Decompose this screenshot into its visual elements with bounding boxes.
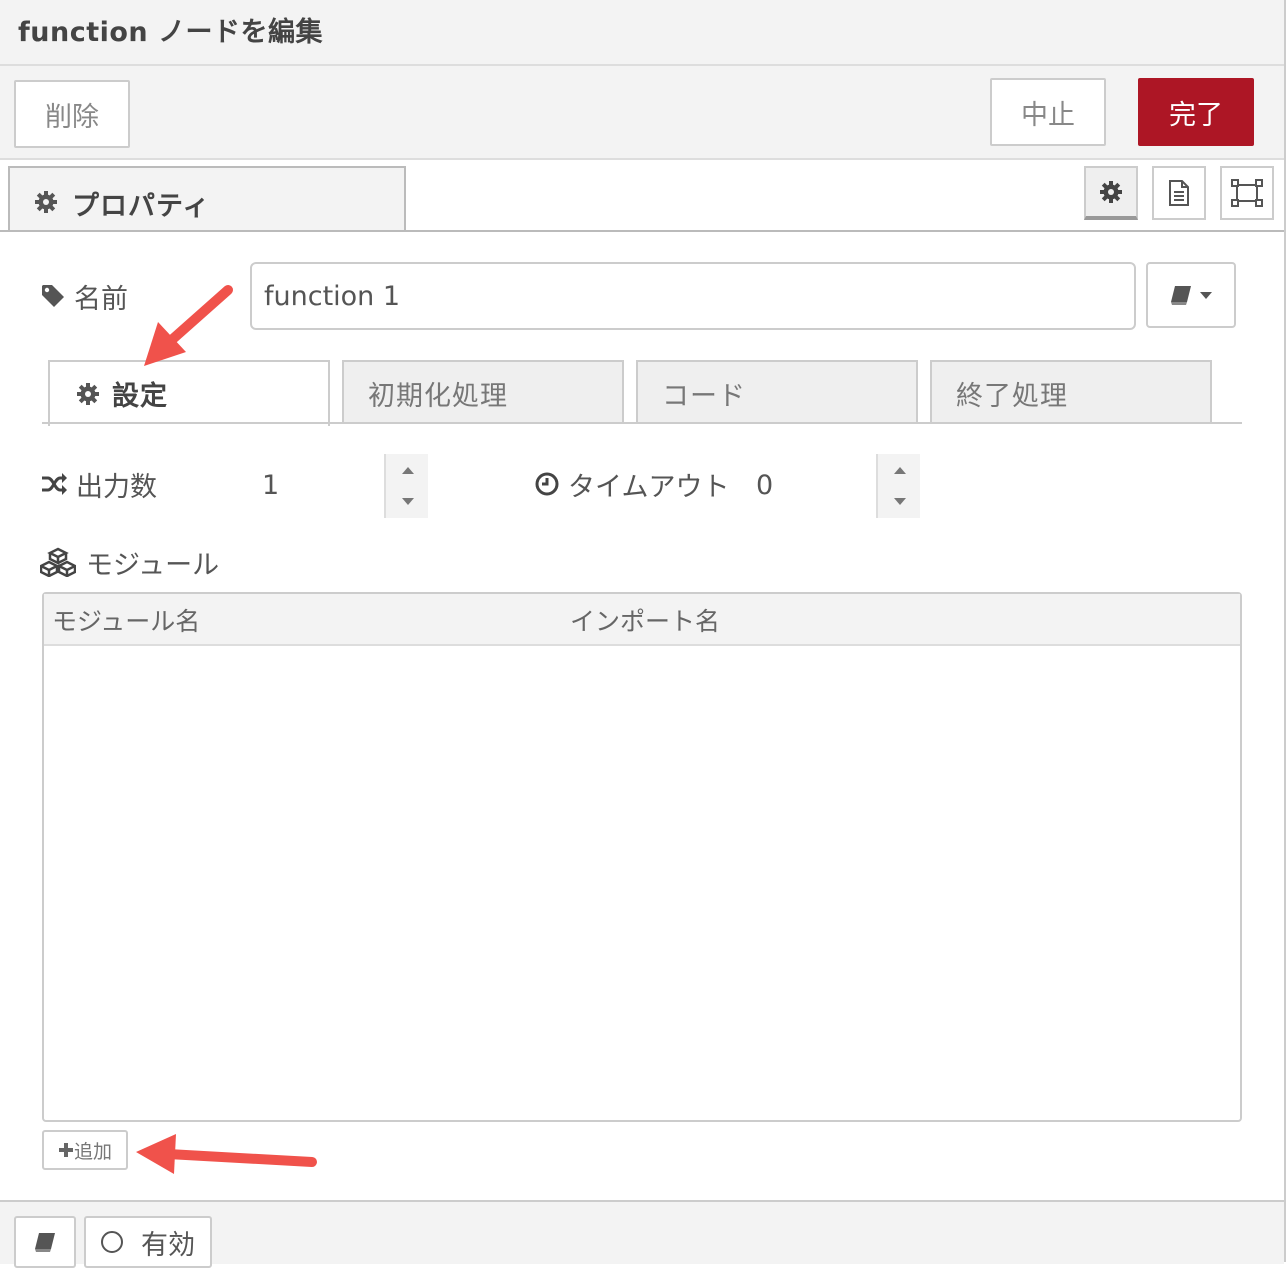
gear-icon [1100,181,1122,203]
book-icon [1171,286,1191,305]
outputs-spinner[interactable] [384,454,428,518]
plus-icon [58,1143,73,1157]
node-info-button[interactable] [14,1216,76,1268]
tab-setup-label: 初期化処理 [368,381,508,412]
tab-code-label: コード [662,381,746,412]
name-input[interactable] [250,262,1136,330]
edit-dialog: function ノードを編集 削除 中止 完了 プロパティ 名前 functi… [0,0,1286,1268]
book-icon [35,1233,55,1252]
tab-settings[interactable]: 設定 [48,360,330,426]
gear-icon [77,383,99,405]
column-module-name: モジュール名 [52,607,201,636]
tab-cleanup[interactable]: 終了処理 [930,360,1212,424]
caret-down-icon [1200,292,1212,299]
tab-code[interactable]: コード [636,360,918,424]
add-module-button[interactable]: 追加 [42,1130,128,1170]
node-properties-button[interactable] [1084,166,1138,220]
dialog-title: function ノードを編集 [18,17,324,48]
tab-cleanup-label: 終了処理 [956,381,1068,412]
tab-properties[interactable]: プロパティ [8,166,406,230]
enabled-toggle[interactable]: 有効 [84,1216,212,1268]
tag-icon [42,285,64,307]
modules-table: モジュール名 インポート名 [42,592,1242,1122]
timeout-label: タイムアウト [534,464,729,504]
shuffle-icon [42,473,67,495]
outputs-increment-button[interactable] [386,456,430,486]
done-button[interactable]: 完了 [1138,78,1254,146]
dialog-header: function ノードを編集 [0,0,1284,66]
tab-properties-label: プロパティ [72,191,211,222]
timeout-decrement-button[interactable] [878,486,922,516]
timeout-value[interactable]: 0 [756,470,773,501]
modules-table-header: モジュール名 インポート名 [44,594,1240,646]
cubes-icon [40,547,76,577]
tab-setup[interactable]: 初期化処理 [342,360,624,424]
caret-up-icon [402,467,414,474]
modules-label: モジュール [40,542,219,582]
caret-up-icon [894,467,906,474]
outputs-label: 出力数 [40,464,157,504]
caret-down-icon [894,498,906,505]
add-module-label: 追加 [73,1140,112,1163]
tab-settings-label: 設定 [112,381,168,412]
tab-divider [42,422,1242,424]
name-label: 名前 [40,276,128,316]
document-icon [1169,180,1189,206]
gear-icon [35,191,57,213]
outputs-decrement-button[interactable] [386,486,430,516]
outputs-value[interactable]: 1 [262,470,279,501]
enabled-label: 有効 [141,1229,195,1261]
clock-icon [535,472,559,496]
circle-icon [101,1231,123,1253]
timeout-spinner[interactable] [876,454,920,518]
tray-tab-strip: プロパティ [0,160,1284,232]
delete-button[interactable]: 削除 [14,80,130,148]
timeout-increment-button[interactable] [878,456,922,486]
dialog-toolbar: 削除 中止 完了 [0,66,1284,160]
column-import-name: インポート名 [570,607,721,636]
dialog-footer: 有効 [0,1200,1284,1268]
expand-icon [1231,179,1263,207]
node-appearance-button[interactable] [1220,166,1274,220]
cancel-button[interactable]: 中止 [990,78,1106,146]
caret-down-icon [402,498,414,505]
node-description-button[interactable] [1152,166,1206,220]
library-menu-button[interactable] [1146,262,1236,328]
